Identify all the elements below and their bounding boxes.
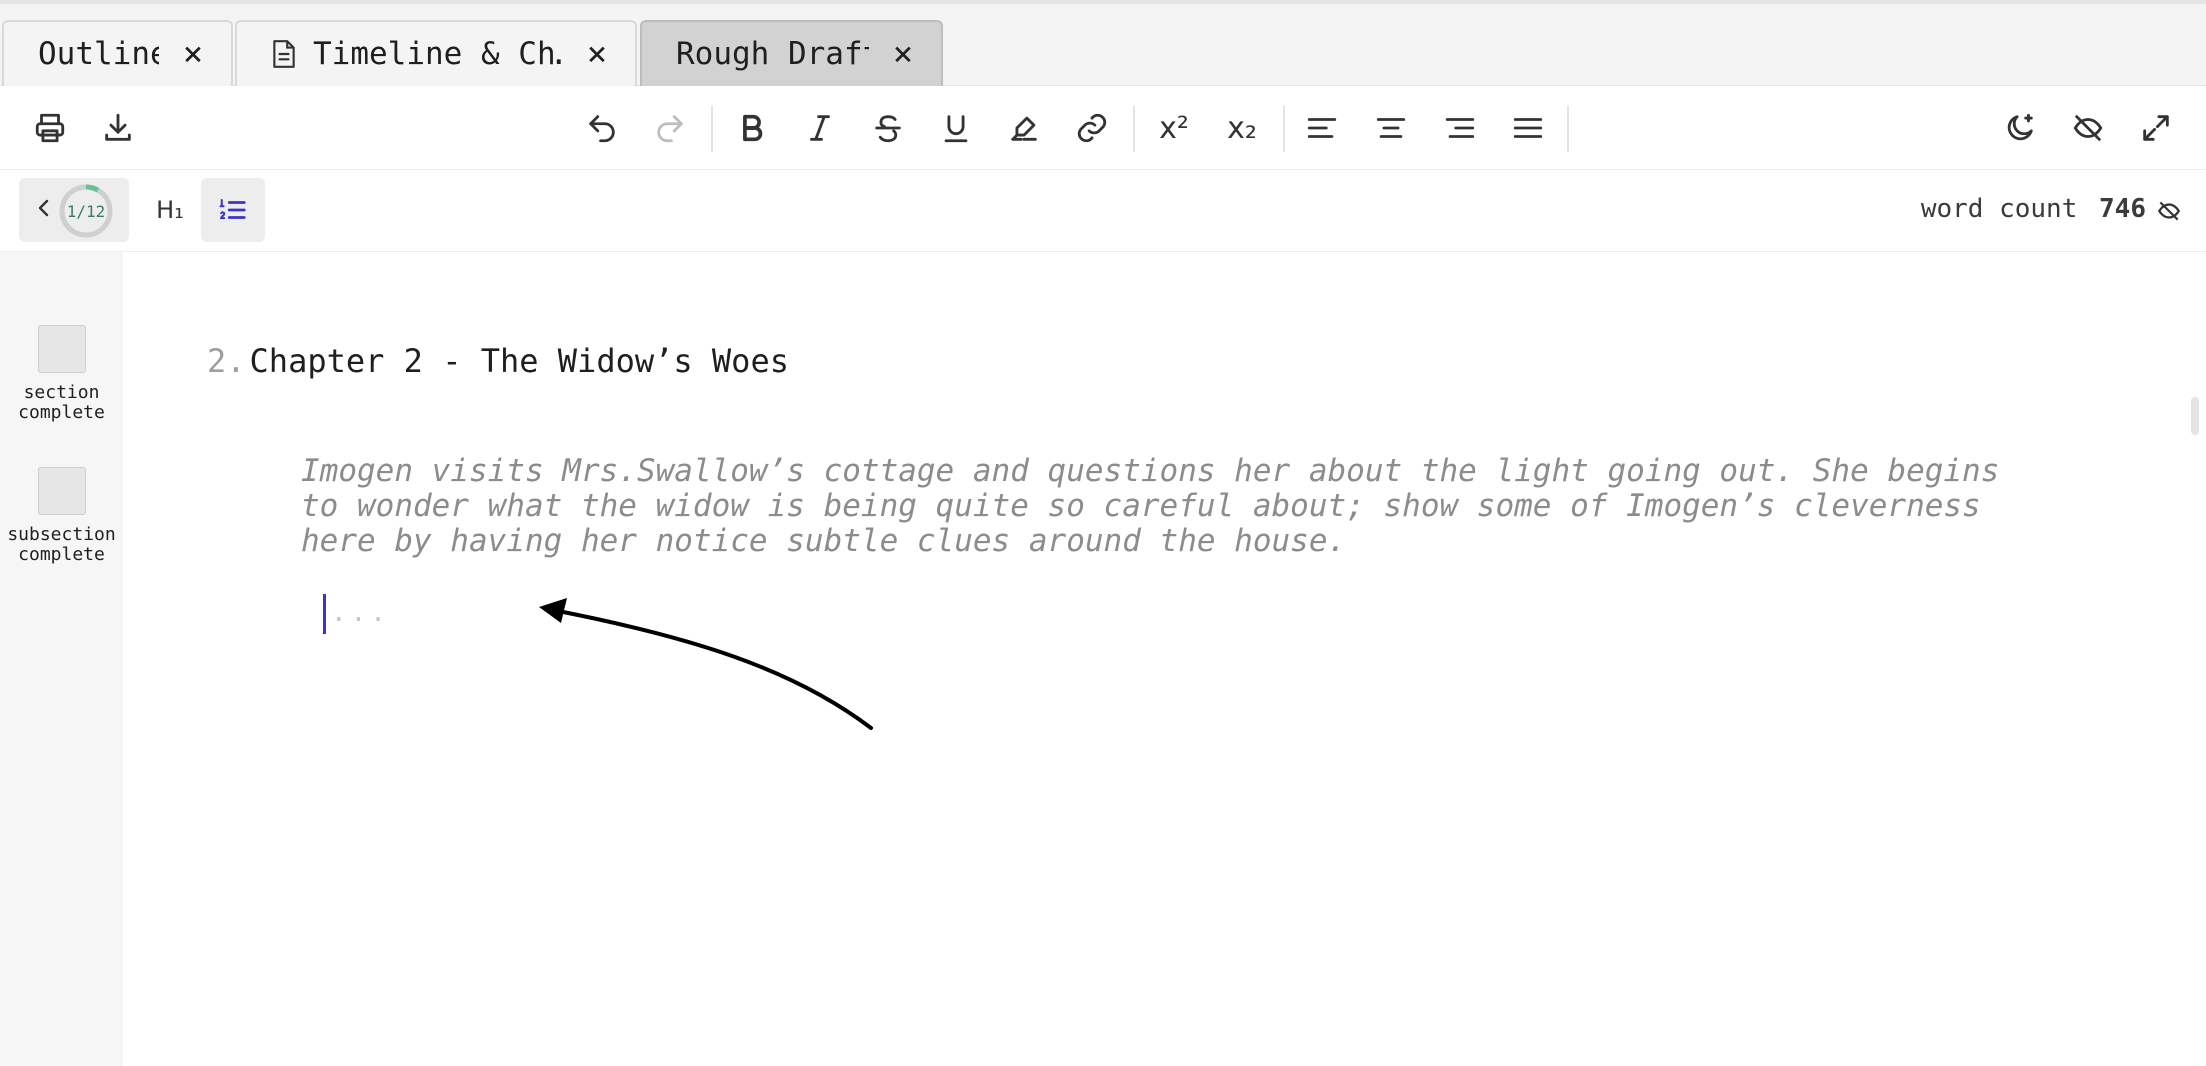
align-justify-button[interactable] <box>1498 98 1558 158</box>
align-center-icon <box>1376 118 1406 138</box>
strikethrough-button[interactable] <box>858 98 918 158</box>
toolbar-divider <box>1133 106 1135 152</box>
dark-mode-button[interactable] <box>1990 98 2050 158</box>
italic-icon <box>810 115 830 141</box>
toolbar-divider <box>711 106 713 152</box>
toolbar-divider <box>1567 106 1569 152</box>
section-progress[interactable]: 1/12 <box>19 178 129 242</box>
text-cursor <box>323 594 326 634</box>
align-justify-icon <box>1513 118 1543 138</box>
align-center-button[interactable] <box>1361 98 1421 158</box>
close-icon[interactable]: × <box>581 34 613 74</box>
bold-icon <box>743 114 763 142</box>
subsection-complete-label: subsection complete <box>7 524 116 565</box>
tab-outline[interactable]: Outline × <box>2 20 233 86</box>
align-right-button[interactable] <box>1430 98 1490 158</box>
align-left-button[interactable] <box>1292 98 1352 158</box>
tab-label: Outline <box>38 36 159 72</box>
hide-button[interactable] <box>2058 98 2118 158</box>
tab-rough-draft[interactable]: Rough Draft × <box>640 20 943 86</box>
chevron-left-icon <box>38 199 49 217</box>
document-icon <box>273 40 295 68</box>
ordered-list-icon <box>219 199 246 220</box>
download-icon <box>105 113 131 141</box>
editor-app: Outline × Timeline & Ch… × Rough Draft × <box>0 0 2206 1066</box>
close-icon[interactable]: × <box>887 34 919 74</box>
hide-word-count-icon[interactable] <box>2156 198 2182 224</box>
superscript-icon: x² <box>1159 110 1189 146</box>
highlight-button[interactable] <box>994 98 1054 158</box>
word-count: word count 746 <box>1921 194 2146 224</box>
completion-gutter: section complete subsection complete <box>0 252 123 1066</box>
italic-button[interactable] <box>790 98 850 158</box>
subsection-complete-checkbox[interactable] <box>37 467 86 515</box>
redo-icon <box>657 115 683 143</box>
section-complete-checkbox[interactable] <box>37 325 86 373</box>
align-left-icon <box>1307 118 1337 138</box>
close-icon[interactable]: × <box>177 34 209 74</box>
redo-button[interactable] <box>640 98 700 158</box>
word-count-value: 746 <box>2099 194 2146 224</box>
ordered-list-button[interactable] <box>201 178 265 242</box>
chapter-heading[interactable]: 2. Chapter 2 - The Widow’s Woes <box>207 342 789 380</box>
annotation-arrow-icon <box>539 598 873 730</box>
hide-icon <box>2073 115 2103 141</box>
print-button[interactable] <box>20 98 80 158</box>
superscript-button[interactable]: x² <box>1144 98 1204 158</box>
subsection-complete-toggle: subsection complete <box>0 467 123 565</box>
heading-text: Chapter 2 - The Widow’s Woes <box>249 342 789 380</box>
document-status-bar: 1/12 H₁ word count 746 <box>0 170 2206 252</box>
word-count-label: word count <box>1920 194 2078 224</box>
download-button[interactable] <box>88 98 148 158</box>
tab-label: Rough Draft <box>676 36 869 72</box>
printer-icon <box>35 113 65 143</box>
underline-button[interactable] <box>926 98 986 158</box>
link-icon <box>1077 113 1107 143</box>
subscript-icon: x₂ <box>1227 110 1257 146</box>
document-editor[interactable]: 2. Chapter 2 - The Widow’s Woes Imogen vi… <box>123 252 2183 1066</box>
tab-bar: Outline × Timeline & Ch… × Rough Draft × <box>0 4 2206 86</box>
scrollbar-thumb[interactable] <box>2191 397 2199 435</box>
paragraph-placeholder[interactable]: ... <box>331 598 390 628</box>
heading-number: 2. <box>207 342 246 380</box>
heading-button[interactable]: H₁ <box>142 182 198 238</box>
section-complete-label: section complete <box>18 382 105 423</box>
bold-button[interactable] <box>722 98 782 158</box>
highlighter-icon <box>1011 116 1037 141</box>
fullscreen-button[interactable] <box>2126 98 2186 158</box>
dark-mode-icon <box>2007 113 2033 141</box>
subscript-button[interactable]: x₂ <box>1212 98 1272 158</box>
tab-label: Timeline & Ch… <box>313 36 563 72</box>
strikethrough-icon <box>875 115 901 143</box>
outline-note: Imogen visits Mrs.Swallow’s cottage and … <box>301 453 2000 559</box>
section-complete-toggle: section complete <box>0 325 123 423</box>
fullscreen-icon <box>2143 115 2169 141</box>
undo-icon <box>589 115 615 143</box>
tab-timeline[interactable]: Timeline & Ch… × <box>235 20 637 86</box>
progress-label: 1/12 <box>66 201 106 221</box>
align-right-icon <box>1445 118 1475 138</box>
underline-icon <box>944 115 968 143</box>
toolbar-divider <box>1283 106 1285 152</box>
formatting-toolbar: x² x₂ <box>0 86 2206 170</box>
link-button[interactable] <box>1062 98 1122 158</box>
undo-button[interactable] <box>572 98 632 158</box>
